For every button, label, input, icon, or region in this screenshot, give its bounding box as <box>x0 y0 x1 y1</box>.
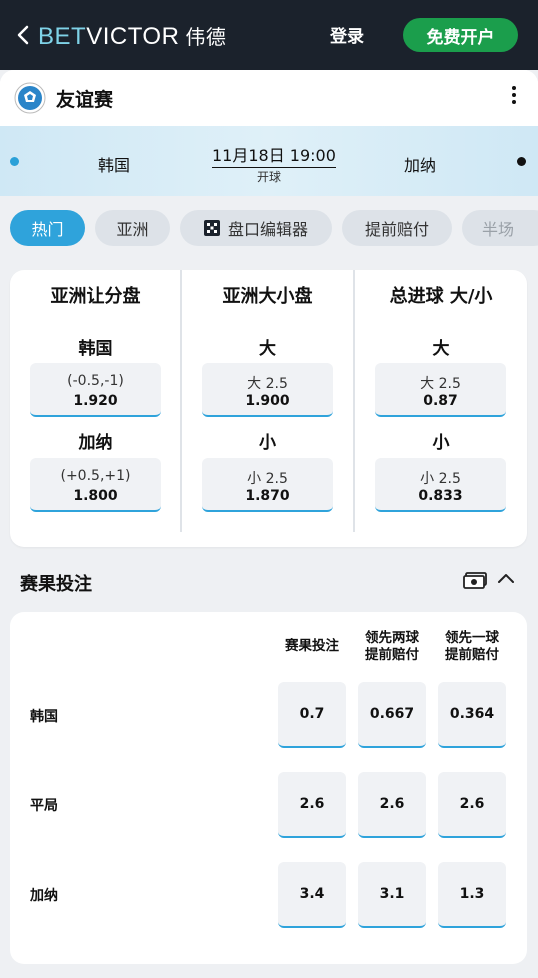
grid-icon <box>203 220 220 236</box>
row-label: 韩国 <box>30 709 58 725</box>
odds-price: 1.920 <box>73 393 118 409</box>
tab-label: 半场 <box>482 220 515 239</box>
top-bar: BETVICTOR 伟德 登录 免费开户 <box>0 0 538 70</box>
selection-label: 大 <box>259 339 276 359</box>
odds-cell[interactable]: 3.4 <box>278 862 346 928</box>
more-menu-icon[interactable] <box>510 86 518 110</box>
tab-label: 提前赔付 <box>364 220 429 239</box>
market-tabs: 热门 亚洲 盘口编辑器 提前赔付 半场 <box>0 196 538 266</box>
login-button[interactable]: 登录 <box>330 22 364 47</box>
row-label: 加纳 <box>30 888 58 904</box>
tab-bet-builder[interactable]: 盘口编辑器 <box>180 210 332 246</box>
column-header-line: 领先两球 <box>365 630 419 646</box>
market-asian-handicap: 亚洲让分盘 韩国 (-0.5,-1) 1.920 加纳 (+0.5,+1) 1.… <box>10 270 181 547</box>
odds-line: (-0.5,-1) <box>67 373 124 389</box>
column-header: 领先一球 提前赔付 <box>432 630 512 664</box>
odds-button[interactable]: (-0.5,-1) 1.920 <box>30 363 161 417</box>
column-header-line: 赛果投注 <box>285 638 339 654</box>
odds-button[interactable]: 大 2.5 1.900 <box>202 363 333 417</box>
odds-price: 0.87 <box>423 393 458 409</box>
column-header-line: 提前赔付 <box>445 647 499 663</box>
odds-line: 大 2.5 <box>247 376 288 392</box>
tab-label: 热门 <box>31 220 64 239</box>
odds-cell[interactable]: 2.6 <box>278 772 346 838</box>
odds-line: 小 2.5 <box>247 471 288 487</box>
odds-price: 1.900 <box>245 393 290 409</box>
column-header-line: 领先一球 <box>445 630 499 646</box>
market-title: 亚洲让分盘 <box>50 286 141 307</box>
kickoff-label: 开球 <box>257 170 282 184</box>
selection-label: 加纳 <box>78 433 113 453</box>
odds-cell[interactable]: 3.1 <box>358 862 426 928</box>
market-total-goals: 总进球 大/小 大 大 2.5 0.87 小 小 2.5 0.833 <box>355 270 527 547</box>
row-label: 平局 <box>30 798 58 814</box>
event-header: 友谊赛 韩国 11月18日 19:00 开球 加纳 <box>0 70 538 196</box>
register-button[interactable]: 免费开户 <box>403 18 518 52</box>
tab-label: 亚洲 <box>116 220 149 239</box>
market-title: 亚洲大小盘 <box>222 286 313 307</box>
column-header: 赛果投注 <box>272 638 352 655</box>
odds-button[interactable]: (+0.5,+1) 1.800 <box>30 458 161 512</box>
kickoff-datetime: 11月18日 19:00 <box>212 142 336 168</box>
odds-line: (+0.5,+1) <box>60 468 131 484</box>
featured-markets: 亚洲让分盘 韩国 (-0.5,-1) 1.920 加纳 (+0.5,+1) 1.… <box>10 270 527 547</box>
odds-line: 大 2.5 <box>420 376 461 392</box>
chevron-up-icon[interactable] <box>497 570 515 588</box>
tab-early-payout[interactable]: 提前赔付 <box>342 210 452 246</box>
odds-button[interactable]: 小 2.5 1.870 <box>202 458 333 512</box>
brand-bet: BET <box>38 23 87 50</box>
brand-logo[interactable]: BETVICTOR 伟德 <box>38 21 226 51</box>
selection-label: 韩国 <box>78 339 113 359</box>
back-arrow-icon[interactable] <box>14 24 32 46</box>
market-title: 总进球 大/小 <box>389 286 493 307</box>
odds-price: 1.800 <box>73 488 118 504</box>
odds-cell[interactable]: 0.364 <box>438 682 506 748</box>
tab-asia[interactable]: 亚洲 <box>95 210 170 246</box>
tab-label: 盘口编辑器 <box>227 220 308 239</box>
odds-line: 小 2.5 <box>420 471 461 487</box>
column-header: 领先两球 提前赔付 <box>352 630 432 664</box>
home-team: 韩国 <box>98 156 131 175</box>
odds-cell[interactable]: 2.6 <box>438 772 506 838</box>
competition-title: 友谊赛 <box>56 89 114 111</box>
cash-out-icon[interactable] <box>463 572 487 589</box>
tab-half-time[interactable]: 半场 <box>462 210 538 246</box>
odds-price: 1.870 <box>245 488 290 504</box>
away-team: 加纳 <box>404 156 437 175</box>
match-band: 韩国 11月18日 19:00 开球 加纳 <box>0 126 538 196</box>
away-indicator-dot <box>517 157 526 166</box>
odds-price: 0.833 <box>418 488 463 504</box>
tab-hot[interactable]: 热门 <box>10 210 85 246</box>
soccer-ball-icon <box>14 82 46 114</box>
section-title: 赛果投注 <box>20 574 92 595</box>
home-indicator-dot <box>10 157 19 166</box>
selection-label: 大 <box>432 339 450 359</box>
brand-cn: 伟德 <box>185 25 227 49</box>
odds-cell[interactable]: 1.3 <box>438 862 506 928</box>
selection-label: 小 <box>432 433 450 453</box>
selection-label: 小 <box>259 433 276 453</box>
match-result-market: 赛果投注 领先两球 提前赔付 领先一球 提前赔付 韩国 0.7 0.667 0.… <box>10 612 527 964</box>
brand-victor: VICTOR <box>86 23 180 50</box>
odds-button[interactable]: 小 2.5 0.833 <box>375 458 506 512</box>
market-asian-total: 亚洲大小盘 大 大 2.5 1.900 小 小 2.5 1.870 <box>182 270 353 547</box>
odds-button[interactable]: 大 2.5 0.87 <box>375 363 506 417</box>
odds-cell[interactable]: 2.6 <box>358 772 426 838</box>
column-header-line: 提前赔付 <box>365 647 419 663</box>
odds-cell[interactable]: 0.667 <box>358 682 426 748</box>
odds-cell[interactable]: 0.7 <box>278 682 346 748</box>
competition-row: 友谊赛 <box>0 70 538 126</box>
